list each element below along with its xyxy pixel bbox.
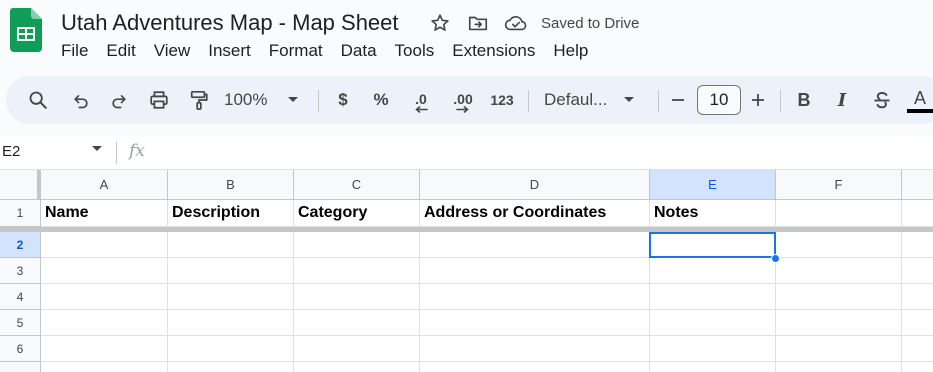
column-header-e[interactable]: E: [650, 170, 776, 200]
print-icon: [150, 91, 168, 109]
document-title[interactable]: Utah Adventures Map - Map Sheet: [61, 10, 399, 36]
cell-d1[interactable]: Address or Coordinates: [420, 200, 650, 227]
select-all-corner[interactable]: [0, 170, 41, 200]
minus-icon: [672, 99, 684, 101]
column-header-d[interactable]: D: [420, 170, 650, 200]
italic-button[interactable]: I: [828, 76, 856, 124]
name-box[interactable]: E2: [2, 143, 20, 160]
decrease-decimal-button[interactable]: .0: [406, 76, 436, 124]
plus-icon: [752, 94, 764, 106]
cell-g1[interactable]: [902, 200, 933, 227]
arrow-left-icon: [415, 105, 428, 113]
grid-lines: [41, 232, 933, 372]
increase-font-size-button[interactable]: [746, 76, 770, 124]
menu-file[interactable]: File: [52, 40, 97, 62]
row-header-2[interactable]: 2: [0, 232, 41, 258]
toolbar-divider: [658, 90, 659, 112]
cell-c1[interactable]: Category: [294, 200, 420, 227]
zoom-value: 100%: [224, 90, 268, 109]
decrease-font-size-button[interactable]: [666, 76, 690, 124]
paint-format-button[interactable]: [184, 76, 214, 124]
menu-view[interactable]: View: [145, 40, 200, 62]
menu-insert[interactable]: Insert: [199, 40, 260, 62]
toolbar-divider: [318, 90, 319, 112]
formula-bar-divider: [116, 142, 117, 164]
text-color-button[interactable]: A: [906, 76, 933, 124]
strikethrough-button[interactable]: [868, 76, 896, 124]
paint-format-icon: [190, 90, 208, 110]
cell-area[interactable]: [41, 232, 933, 372]
title-actions: [428, 11, 542, 35]
row-header-4[interactable]: 4: [0, 284, 41, 310]
text-color-swatch: [907, 109, 933, 113]
title-bar: Utah Adventures Map - Map Sheet Saved to…: [0, 0, 933, 70]
print-button[interactable]: [143, 76, 175, 124]
font-family-select[interactable]: Defaul...: [544, 76, 644, 124]
column-header-next[interactable]: [902, 170, 933, 200]
row-header-5[interactable]: 5: [0, 310, 41, 336]
move-folder-icon[interactable]: [466, 11, 490, 35]
zoom-select[interactable]: 100%: [224, 76, 308, 124]
selected-cell-e2[interactable]: [649, 232, 776, 258]
row-header-1[interactable]: 1: [0, 200, 41, 227]
toolbar-divider: [780, 90, 781, 112]
toolbar-divider: [528, 90, 529, 112]
row-header-7[interactable]: [0, 362, 41, 372]
row-header-3[interactable]: 3: [0, 258, 41, 284]
menu-data[interactable]: Data: [332, 40, 386, 62]
column-header-f[interactable]: F: [776, 170, 902, 200]
row-header-6[interactable]: 6: [0, 336, 41, 362]
formula-input[interactable]: [160, 136, 930, 170]
sheets-logo-icon[interactable]: [10, 8, 42, 52]
cell-e1[interactable]: Notes: [650, 200, 776, 227]
menu-edit[interactable]: Edit: [97, 40, 144, 62]
menu-bar: File Edit View Insert Format Data Tools …: [52, 40, 597, 62]
increase-decimal-button[interactable]: .00: [446, 76, 480, 124]
menu-extensions[interactable]: Extensions: [443, 40, 544, 62]
number-format-button[interactable]: 123: [486, 76, 518, 124]
chevron-down-icon: [288, 97, 299, 102]
chevron-down-icon[interactable]: [91, 145, 103, 153]
spreadsheet-grid: A B C D E F 1 2 3 4 5 6 Name Description…: [0, 170, 933, 372]
strikethrough-icon: [874, 92, 890, 109]
fill-handle[interactable]: [771, 254, 780, 263]
formula-bar: E2 fx: [0, 136, 933, 170]
cell-b1[interactable]: Description: [168, 200, 294, 227]
cell-f1[interactable]: [776, 200, 902, 227]
bold-button[interactable]: B: [790, 76, 818, 124]
menu-help[interactable]: Help: [544, 40, 597, 62]
search-menus-button[interactable]: [22, 76, 54, 124]
redo-icon: [112, 95, 126, 109]
menu-format[interactable]: Format: [260, 40, 332, 62]
undo-icon: [74, 95, 88, 109]
redo-button[interactable]: [104, 76, 134, 124]
cloud-done-icon[interactable]: [504, 11, 528, 35]
chevron-down-icon: [624, 97, 635, 102]
column-header-a[interactable]: A: [41, 170, 168, 200]
toolbar: 100% $ % .0 .00 123 Defaul... 10 B I A: [6, 76, 933, 124]
column-header-b[interactable]: B: [168, 170, 294, 200]
search-icon: [29, 91, 47, 109]
fx-icon: fx: [129, 141, 145, 161]
menu-tools[interactable]: Tools: [386, 40, 444, 62]
percent-format-button[interactable]: %: [368, 76, 394, 124]
cell-a1[interactable]: Name: [41, 200, 168, 227]
currency-format-button[interactable]: $: [330, 76, 356, 124]
font-size-input[interactable]: 10: [697, 85, 741, 115]
arrow-right-icon: [456, 105, 469, 113]
save-status: Saved to Drive: [541, 15, 640, 32]
column-header-c[interactable]: C: [294, 170, 420, 200]
undo-button[interactable]: [66, 76, 96, 124]
star-icon[interactable]: [428, 11, 452, 35]
